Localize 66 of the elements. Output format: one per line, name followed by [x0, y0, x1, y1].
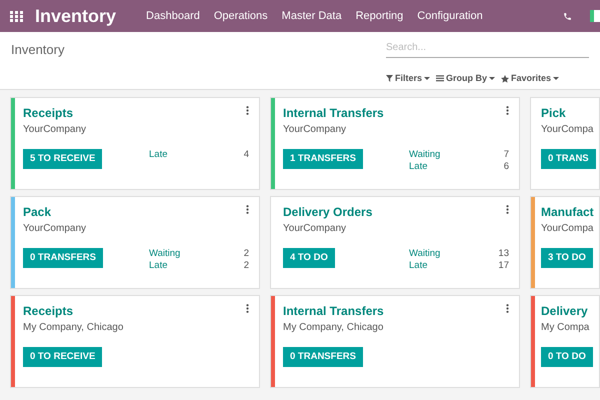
kebab-menu-icon[interactable]: [246, 304, 249, 313]
company-name: My Company, Chicago: [23, 321, 124, 335]
menu-link[interactable]: Configuration: [417, 8, 483, 24]
card-title[interactable]: Pack: [23, 203, 249, 221]
breadcrumb: Inventory: [11, 41, 64, 59]
action-button[interactable]: 0 TRANS: [541, 149, 596, 169]
stat-link[interactable]: Waiting: [149, 248, 180, 260]
caret-icon: [424, 76, 430, 81]
stat-link[interactable]: Late: [149, 260, 168, 272]
phone-icon[interactable]: [563, 12, 572, 20]
menu-link[interactable]: Operations: [214, 8, 268, 24]
company-name: YourCompa: [541, 123, 594, 137]
kebab-menu-icon[interactable]: [506, 106, 509, 115]
action-button[interactable]: 0 TRANSFERS: [23, 248, 103, 268]
menu-link[interactable]: Master Data: [282, 8, 342, 24]
filter-icon: [386, 75, 393, 82]
stat-count: 17: [498, 260, 509, 272]
company-name: YourCompany: [23, 123, 88, 137]
company-name: YourCompa: [541, 222, 594, 236]
card-title[interactable]: Pick: [541, 104, 599, 122]
menu-link[interactable]: Reporting: [356, 8, 404, 24]
stat-link[interactable]: Waiting: [409, 149, 440, 161]
app-title: Inventory: [35, 4, 116, 28]
stat-link[interactable]: Late: [149, 149, 168, 161]
action-button[interactable]: 0 TRANSFERS: [283, 347, 363, 367]
list-icon: [436, 75, 444, 82]
company-name: YourCompany: [283, 123, 348, 137]
filter-dropdown[interactable]: Filters: [386, 72, 430, 86]
card-title[interactable]: Internal Transfers: [283, 104, 509, 122]
company-name: YourCompany: [23, 222, 88, 236]
menu-link[interactable]: Dashboard: [146, 8, 200, 24]
company-name: YourCompany: [283, 222, 348, 236]
company-name: My Compa: [541, 321, 590, 335]
action-button[interactable]: 3 TO DO: [541, 248, 593, 268]
stat-link[interactable]: Waiting: [409, 248, 440, 260]
stat-count: 6: [504, 161, 509, 173]
filter-dropdown[interactable]: Group By: [436, 72, 496, 86]
stat-count: 13: [498, 248, 509, 260]
apps-menu-icon[interactable]: [10, 10, 23, 22]
card-title[interactable]: Delivery: [541, 302, 599, 320]
filter-dropdown[interactable]: Favorites: [501, 72, 560, 86]
stat-count: 2: [244, 260, 249, 272]
card-title[interactable]: Receipts: [23, 104, 249, 122]
search-field[interactable]: Search...: [386, 40, 589, 58]
caret-icon: [553, 76, 560, 81]
caret-icon: [489, 76, 496, 81]
action-button[interactable]: 0 TO RECEIVE: [23, 347, 102, 367]
stat-count: 2: [244, 248, 249, 260]
kebab-menu-icon[interactable]: [506, 304, 509, 313]
kebab-menu-icon[interactable]: [246, 205, 249, 214]
stat-count: 7: [504, 149, 509, 161]
star-icon: [501, 74, 510, 83]
company-name: My Company, Chicago: [283, 321, 384, 335]
kebab-menu-icon[interactable]: [246, 106, 249, 115]
stat-count: 4: [244, 149, 249, 161]
action-button[interactable]: 4 TO DO: [283, 248, 335, 268]
card-title[interactable]: Internal Transfers: [283, 302, 509, 320]
action-button[interactable]: 0 TO DO: [541, 347, 593, 367]
card-title[interactable]: Receipts: [23, 302, 249, 320]
action-button[interactable]: 1 TRANSFERS: [283, 149, 363, 169]
stat-link[interactable]: Late: [409, 260, 428, 272]
kebab-menu-icon[interactable]: [506, 205, 509, 214]
stat-link[interactable]: Late: [409, 161, 428, 173]
card-title[interactable]: Delivery Orders: [283, 203, 509, 221]
card-title[interactable]: Manufact: [541, 203, 599, 221]
action-button[interactable]: 5 TO RECEIVE: [23, 149, 102, 169]
